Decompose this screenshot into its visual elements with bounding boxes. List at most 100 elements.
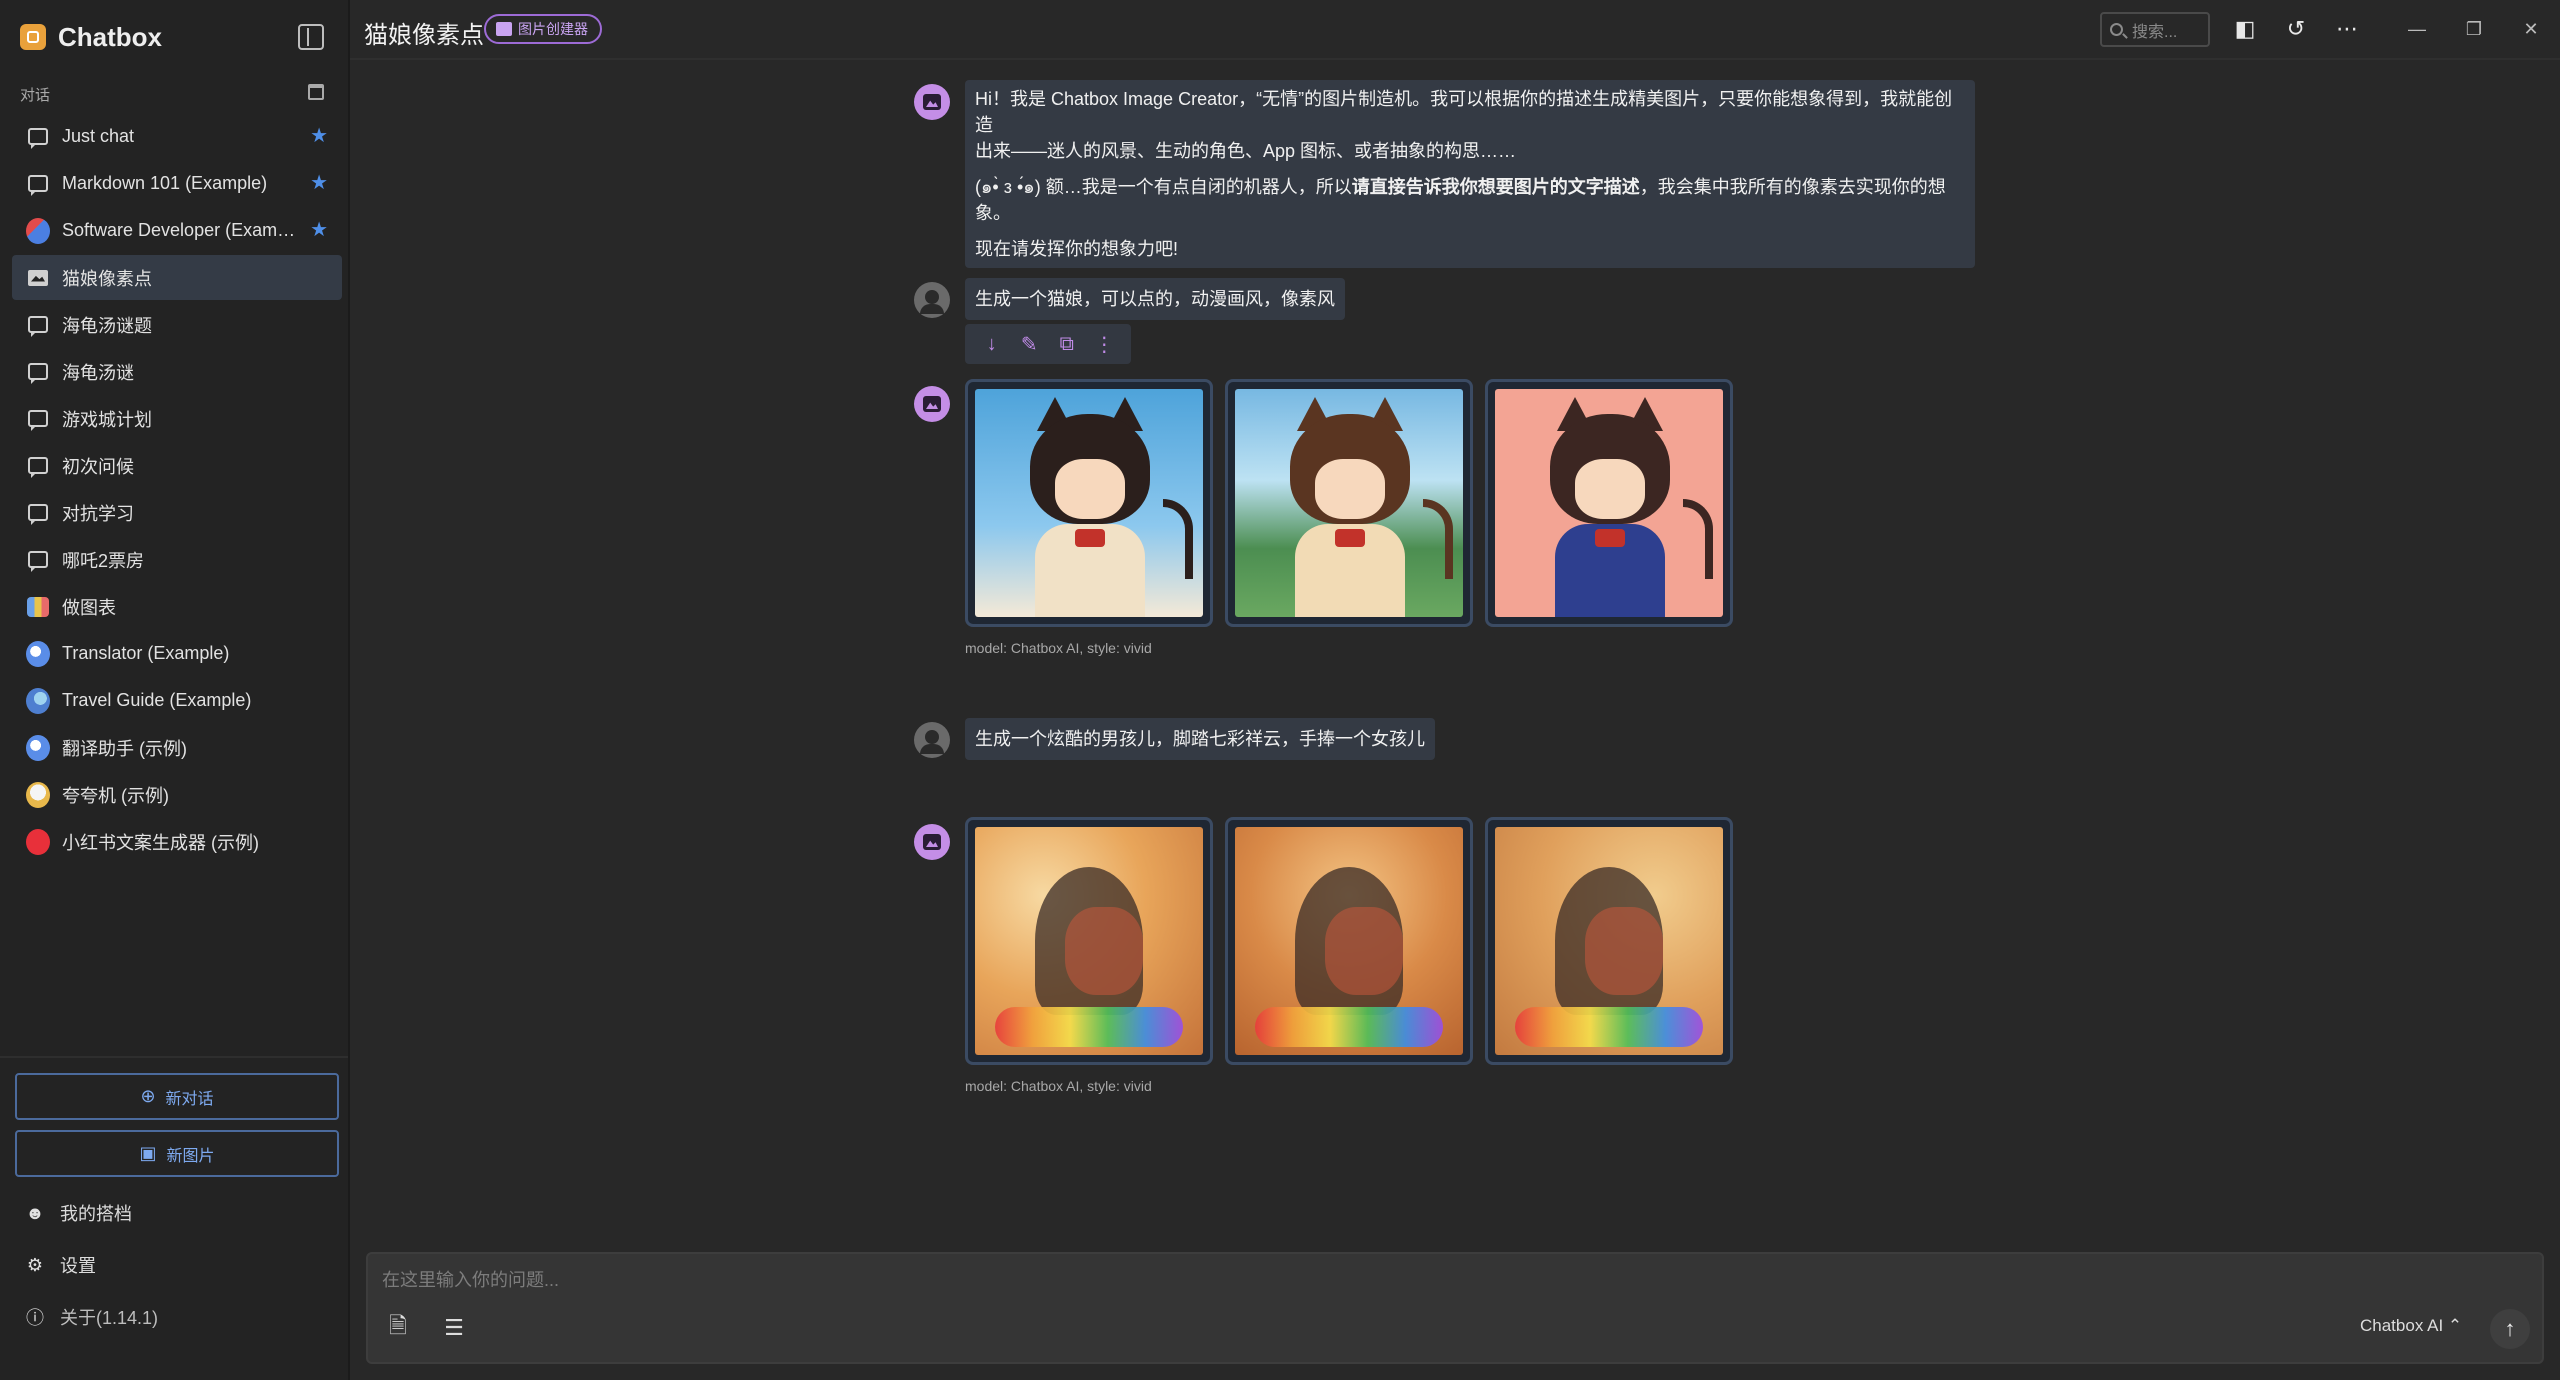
collapse-sidebar-icon[interactable] xyxy=(298,24,324,50)
send-button[interactable]: ↑ xyxy=(2490,1309,2530,1349)
message-text: 出来——迷人的风景、生动的角色、App 图标、或者抽象的构思…… xyxy=(975,141,1517,161)
download-icon[interactable]: ↓ xyxy=(977,333,1007,356)
message-input[interactable] xyxy=(382,1264,2282,1296)
more-vertical-icon[interactable]: ⋮ xyxy=(1089,332,1119,357)
close-icon[interactable]: ✕ xyxy=(2516,14,2546,44)
model-selector[interactable]: Chatbox AI ⌃ xyxy=(2360,1316,2462,1336)
sidebar-item-adversarial-learning[interactable]: 对抗学习 xyxy=(12,490,342,535)
star-icon[interactable]: ★ xyxy=(310,126,328,146)
sidebar-item-label: 猫娘像素点 xyxy=(62,268,152,289)
chat-bubble-icon xyxy=(28,175,48,196)
image-icon xyxy=(28,269,48,286)
sidebar-item-label: 做图表 xyxy=(62,597,116,618)
avatar-globe-icon xyxy=(26,687,50,714)
message-text: 生成一个炫酷的男孩儿，脚踏七彩祥云，手捧一个女孩儿 xyxy=(975,729,1425,749)
message-text: (๑•̀ з •́๑) 额…我是一个有点自闭的机器人，所以请直接告诉我你想要图片… xyxy=(975,174,1965,226)
more-options-icon[interactable]: ⋯ xyxy=(2332,14,2362,44)
add-image-icon: ▣ xyxy=(139,1143,157,1163)
avatar-chart-icon xyxy=(27,596,49,617)
image-caption: model: Chatbox AI, style: vivid xyxy=(965,1078,1152,1094)
new-image-button[interactable]: ▣ 新图片 xyxy=(15,1130,339,1177)
star-icon[interactable]: ★ xyxy=(310,220,328,240)
message-toolbar: ↓ ✎ ⧉ ⋮ xyxy=(965,324,1131,364)
sidebar-item-game-city-plan[interactable]: 游戏城计划 xyxy=(12,396,342,441)
image-icon xyxy=(923,834,941,850)
clear-conversations-icon[interactable] xyxy=(308,84,324,100)
page-title: 猫娘像素点 xyxy=(364,22,484,49)
sidebar-item-label: 海龟汤谜 xyxy=(62,362,134,383)
sidebar-item-translation-assistant[interactable]: 翻译助手 (示例) xyxy=(12,725,342,770)
message-text-bold: 请直接告诉我你想要图片的文字描述 xyxy=(1351,177,1640,197)
new-chat-label: 新对话 xyxy=(165,1090,214,1108)
generated-images-boy-cloud xyxy=(965,817,1745,1065)
sidebar-item-software-developer[interactable]: Software Developer (Exam… ★ xyxy=(12,208,342,253)
toggle-panel-icon[interactable]: ◧ xyxy=(2230,14,2260,44)
chat-bubble-icon xyxy=(28,316,48,337)
sidebar-item-turtle-soup-puzzle[interactable]: 海龟汤谜题 xyxy=(12,302,342,347)
generated-image[interactable] xyxy=(1225,379,1473,627)
brand: Chatbox xyxy=(20,20,162,54)
sidebar: Chatbox 对话 Just chat ★ Markdown 101 (Exa… xyxy=(0,0,350,1380)
sidebar-item-travel-guide[interactable]: Travel Guide (Example) xyxy=(12,678,342,723)
edit-icon[interactable]: ✎ xyxy=(1014,332,1044,357)
sidebar-item-praise-machine[interactable]: 夸夸机 (示例) xyxy=(12,772,342,817)
new-image-label: 新图片 xyxy=(166,1147,215,1165)
sidebar-item-xiaohongshu-generator[interactable]: 小红书文案生成器 (示例) xyxy=(12,819,342,864)
generated-image[interactable] xyxy=(965,379,1213,627)
generated-image[interactable] xyxy=(1485,817,1733,1065)
chatbox-logo-icon xyxy=(20,24,46,50)
maximize-icon[interactable]: ❐ xyxy=(2459,14,2489,44)
search-placeholder: 搜索... xyxy=(2132,23,2178,41)
badge-label: 图片创建器 xyxy=(518,21,588,37)
image-icon xyxy=(923,94,941,110)
new-chat-button[interactable]: ⊕ 新对话 xyxy=(15,1073,339,1120)
star-icon[interactable]: ★ xyxy=(310,173,328,193)
sidebar-item-cat-pixel[interactable]: 猫娘像素点 xyxy=(12,255,342,300)
chat-area: Hi！我是 Chatbox Image Creator，“无情”的图片制造机。我… xyxy=(350,62,2560,1250)
person-icon xyxy=(920,730,944,754)
sidebar-item-label: Markdown 101 (Example) xyxy=(62,173,268,193)
settings-label: 设置 xyxy=(60,1256,96,1276)
search-icon xyxy=(2110,23,2123,36)
gear-icon: ⚙ xyxy=(26,1254,44,1275)
image-icon xyxy=(923,396,941,412)
sidebar-item-make-chart[interactable]: 做图表 xyxy=(12,584,342,629)
plus-circle-icon: ⊕ xyxy=(140,1086,156,1106)
image-caption: model: Chatbox AI, style: vivid xyxy=(965,640,1152,656)
about-item[interactable]: ⓘ 关于(1.14.1) xyxy=(24,1304,158,1330)
sidebar-item-label: 哪吒2票房 xyxy=(62,550,145,571)
search-input[interactable]: 搜索... xyxy=(2100,12,2210,47)
chat-bubble-icon xyxy=(28,410,48,431)
settings-sliders-icon[interactable]: ☰ xyxy=(438,1312,470,1344)
message-text: 生成一个猫娘，可以点的，动漫画风，像素风 xyxy=(975,289,1335,309)
user-message: 生成一个炫酷的男孩儿，脚踏七彩祥云，手捧一个女孩儿 xyxy=(965,718,1435,760)
history-icon[interactable]: ↺ xyxy=(2281,14,2311,44)
sidebar-item-label: Just chat xyxy=(62,126,135,146)
chat-bubble-icon xyxy=(28,128,48,149)
sidebar-item-turtle-soup[interactable]: 海龟汤谜 xyxy=(12,349,342,394)
my-partners-item[interactable]: ☻ 我的搭档 xyxy=(24,1200,132,1226)
assistant-message-greeting: Hi！我是 Chatbox Image Creator，“无情”的图片制造机。我… xyxy=(965,80,1975,268)
attach-file-icon[interactable]: 🗎 xyxy=(382,1312,414,1344)
avatar-developer-icon xyxy=(26,217,50,244)
minimize-icon[interactable]: — xyxy=(2402,14,2432,44)
sidebar-item-first-greeting[interactable]: 初次问候 xyxy=(12,443,342,488)
robot-icon: ☻ xyxy=(25,1202,45,1223)
sidebar-item-markdown-101[interactable]: Markdown 101 (Example) ★ xyxy=(12,161,342,206)
sidebar-divider xyxy=(0,1056,348,1058)
message-text-part: (๑•̀ з •́๑) 额…我是一个有点自闭的机器人，所以 xyxy=(975,177,1352,197)
settings-item[interactable]: ⚙ 设置 xyxy=(24,1252,96,1278)
sidebar-item-translator[interactable]: Translator (Example) xyxy=(12,631,342,676)
generated-image[interactable] xyxy=(965,817,1213,1065)
generated-image[interactable] xyxy=(1485,379,1733,627)
user-avatar xyxy=(914,282,950,318)
generated-image[interactable] xyxy=(1225,817,1473,1065)
sidebar-item-just-chat[interactable]: Just chat ★ xyxy=(12,114,342,159)
message-text: Hi！我是 Chatbox Image Creator，“无情”的图片制造机。我… xyxy=(975,89,1953,135)
sidebar-item-label: Translator (Example) xyxy=(62,643,230,663)
generated-images-catgirl xyxy=(965,379,1745,627)
assistant-avatar xyxy=(914,824,950,860)
copy-icon[interactable]: ⧉ xyxy=(1052,333,1082,356)
sidebar-item-nezha-box-office[interactable]: 哪吒2票房 xyxy=(12,537,342,582)
image-creator-badge: 图片创建器 xyxy=(484,14,602,44)
